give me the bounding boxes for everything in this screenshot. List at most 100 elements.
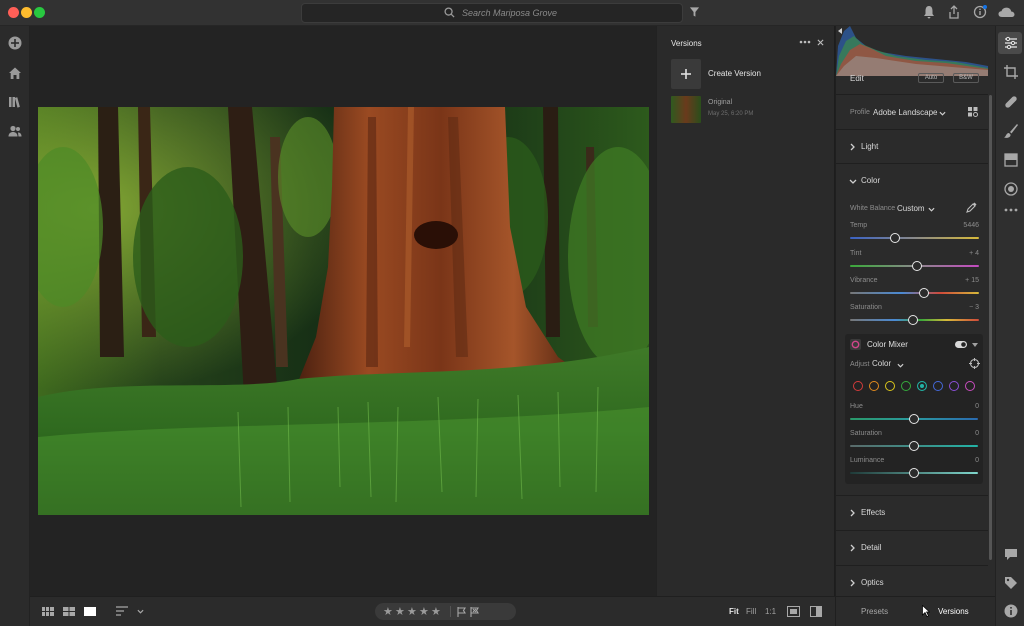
mixer-saturation-label: Saturation <box>850 430 882 437</box>
luminance-slider[interactable] <box>850 468 978 478</box>
version-item-original[interactable]: Original May 25, 6:20 PM <box>671 96 753 123</box>
presets-tab[interactable]: Presets <box>861 607 888 616</box>
saturation-value[interactable]: − 3 <box>949 304 979 311</box>
mixer-saturation-slider[interactable] <box>850 441 978 451</box>
saturation-slider[interactable] <box>850 315 979 325</box>
mixer-saturation-value[interactable]: 0 <box>949 430 979 437</box>
compare-view-icon[interactable] <box>810 606 822 617</box>
tint-slider-thumb[interactable] <box>912 261 922 271</box>
search-placeholder: Search Mariposa Grove <box>462 8 558 18</box>
tint-slider[interactable] <box>850 261 979 271</box>
flag-reject-icon[interactable] <box>470 607 480 617</box>
radial-gradient-icon[interactable] <box>1003 181 1019 197</box>
eyedropper-icon[interactable] <box>966 202 977 213</box>
effects-section-header[interactable]: Effects <box>836 495 988 529</box>
comment-icon[interactable] <box>1003 546 1019 562</box>
white-balance-dropdown[interactable]: Custom <box>897 204 925 213</box>
star-3[interactable]: ★ <box>407 605 417 618</box>
temp-slider-thumb[interactable] <box>890 233 900 243</box>
linear-gradient-icon[interactable] <box>1003 152 1019 168</box>
home-icon[interactable] <box>7 65 23 81</box>
adjust-dropdown[interactable]: Color <box>872 359 891 368</box>
zoom-fill-button[interactable]: Fill <box>746 607 756 616</box>
color-swatch-6[interactable] <box>933 381 943 391</box>
star-1[interactable]: ★ <box>383 605 393 618</box>
create-version-button[interactable]: Create Version <box>671 59 761 89</box>
close-panel-icon[interactable] <box>817 39 824 46</box>
before-after-icon[interactable] <box>787 606 800 617</box>
toggle-switch[interactable] <box>955 341 967 348</box>
mixer-saturation-slider-thumb[interactable] <box>909 441 919 451</box>
zoom-fit-button[interactable]: Fit <box>729 607 739 616</box>
color-swatch-5[interactable] <box>917 381 927 391</box>
edit-panel-scrollbar[interactable] <box>989 95 992 560</box>
profile-dropdown[interactable]: Adobe Landscape <box>873 108 938 117</box>
add-photos-icon[interactable] <box>7 35 23 51</box>
targeted-adjustment-icon[interactable] <box>969 358 980 369</box>
more-tools-icon[interactable] <box>1003 207 1019 213</box>
info-icon[interactable] <box>1003 603 1019 619</box>
library-icon[interactable] <box>7 94 23 110</box>
filter-icon[interactable] <box>689 5 700 19</box>
color-swatch-7[interactable] <box>949 381 959 391</box>
chevron-down-icon[interactable] <box>137 609 144 614</box>
cloud-icon[interactable] <box>998 7 1015 18</box>
grid-view-small-icon[interactable] <box>42 607 54 616</box>
flag-pick-icon[interactable] <box>457 607 467 617</box>
crop-icon[interactable] <box>1003 64 1019 80</box>
color-mixer-title: Color Mixer <box>867 340 908 349</box>
zoom-window-button[interactable] <box>34 7 45 18</box>
star-5[interactable]: ★ <box>431 605 441 618</box>
more-options-icon[interactable] <box>799 40 811 44</box>
brush-icon[interactable] <box>1003 123 1019 139</box>
hue-slider-thumb[interactable] <box>909 414 919 424</box>
caret-down-icon[interactable] <box>972 343 978 347</box>
color-swatch-3[interactable] <box>885 381 895 391</box>
bw-button[interactable]: B&W <box>953 73 979 83</box>
luminance-value[interactable]: 0 <box>949 457 979 464</box>
single-view-icon[interactable] <box>84 607 96 616</box>
tag-icon[interactable] <box>1003 575 1019 591</box>
chevron-down-icon[interactable] <box>849 179 857 184</box>
luminance-slider-thumb[interactable] <box>909 468 919 478</box>
color-swatch-1[interactable] <box>853 381 863 391</box>
histogram <box>836 26 988 76</box>
grid-view-large-icon[interactable] <box>63 607 75 616</box>
minimize-window-button[interactable] <box>21 7 32 18</box>
share-icon[interactable] <box>948 5 960 19</box>
chevron-right-icon <box>850 579 855 587</box>
optics-section-header[interactable]: Optics <box>836 565 988 596</box>
vibrance-slider[interactable] <box>850 288 979 298</box>
profile-browser-icon[interactable] <box>968 107 978 117</box>
vibrance-slider-thumb[interactable] <box>919 288 929 298</box>
color-swatch-4[interactable] <box>901 381 911 391</box>
sliders-icon[interactable] <box>1003 35 1019 51</box>
bell-icon[interactable] <box>923 5 935 19</box>
color-swatch-8[interactable] <box>965 381 975 391</box>
color-swatch-2[interactable] <box>869 381 879 391</box>
hue-slider[interactable] <box>850 414 978 424</box>
search-input[interactable]: Search Mariposa Grove <box>301 3 683 23</box>
detail-section-header[interactable]: Detail <box>836 530 988 564</box>
healing-brush-icon[interactable] <box>1003 94 1019 110</box>
photo-canvas[interactable] <box>30 26 656 596</box>
tint-value[interactable]: + 4 <box>949 250 979 257</box>
chevron-down-icon <box>939 111 946 116</box>
zoom-1to1-button[interactable]: 1:1 <box>765 607 776 616</box>
light-section-header[interactable]: Light <box>836 129 988 163</box>
effects-label: Effects <box>861 508 886 517</box>
temp-value[interactable]: 5446 <box>949 222 979 229</box>
hue-value[interactable]: 0 <box>949 403 979 410</box>
people-icon[interactable] <box>7 123 23 139</box>
color-label: Color <box>861 176 881 185</box>
star-4[interactable]: ★ <box>419 605 429 618</box>
help-icon[interactable] <box>973 5 987 19</box>
star-2[interactable]: ★ <box>395 605 405 618</box>
vibrance-value[interactable]: + 15 <box>949 277 979 284</box>
auto-button[interactable]: Auto <box>918 73 944 83</box>
saturation-slider-thumb[interactable] <box>908 315 918 325</box>
sort-icon[interactable] <box>116 606 128 616</box>
versions-tab[interactable]: Versions <box>938 607 969 616</box>
temp-slider[interactable] <box>850 233 979 243</box>
close-window-button[interactable] <box>8 7 19 18</box>
